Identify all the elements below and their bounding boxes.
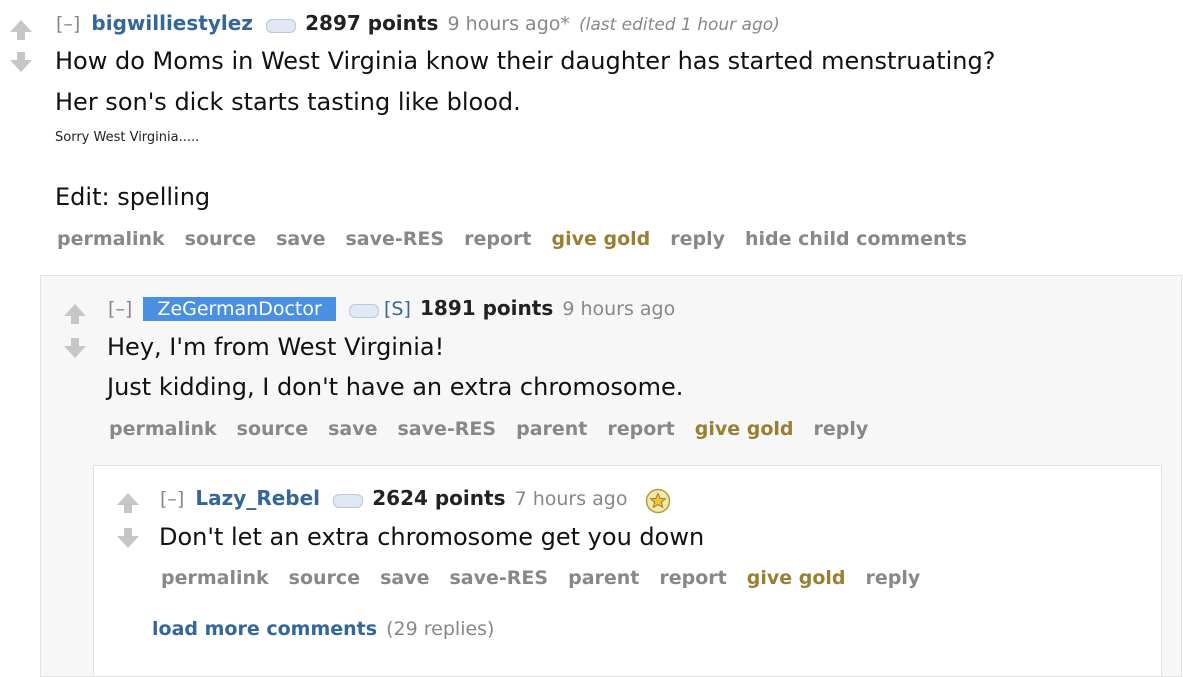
- comment-body-line: Don't let an extra chromosome get you do…: [159, 523, 705, 551]
- downvote-arrow[interactable]: [115, 526, 141, 554]
- report-button[interactable]: report: [659, 567, 726, 589]
- save-button[interactable]: save: [328, 418, 377, 440]
- comment-buttons: permalink source save save-RES parent report g…: [161, 567, 940, 589]
- comment-tagline: [–] bigwilliestylez 2897 points 9 hours …: [56, 11, 780, 35]
- comment-body-line: Hey, I'm from West Virginia!: [107, 333, 445, 361]
- comment-edit-note: Edit: spelling: [55, 183, 211, 211]
- load-more-link[interactable]: load more comments: [152, 618, 377, 640]
- parent-button[interactable]: parent: [568, 567, 639, 589]
- upvote-icon: [64, 304, 86, 324]
- comment-author[interactable]: bigwilliestylez: [91, 11, 253, 35]
- give-gold-button[interactable]: give gold: [695, 418, 794, 440]
- user-tag-icon[interactable]: [333, 493, 364, 508]
- reply-button[interactable]: reply: [670, 228, 725, 250]
- comment-score: 2624 points: [372, 486, 506, 510]
- comment-author[interactable]: Lazy_Rebel: [195, 486, 320, 510]
- permalink-button[interactable]: permalink: [109, 418, 217, 440]
- edited-time: (last edited 1 hour ago): [578, 15, 780, 35]
- report-button[interactable]: report: [607, 418, 674, 440]
- downvote-icon: [10, 52, 32, 72]
- load-more-comments: load more comments (29 replies): [152, 618, 494, 640]
- upvote-arrow[interactable]: [8, 18, 34, 46]
- save-button[interactable]: save: [276, 228, 325, 250]
- comment-body-line: Just kidding, I don't have an extra chro…: [107, 373, 684, 401]
- downvote-arrow[interactable]: [8, 50, 34, 78]
- comment-body-line: Her son's dick starts tasting like blood…: [55, 88, 521, 116]
- downvote-arrow[interactable]: [62, 336, 88, 364]
- permalink-button[interactable]: permalink: [57, 228, 165, 250]
- downvote-icon: [64, 338, 86, 358]
- comment-tagline: [–] Lazy_Rebel 2624 points 7 hours ago: [160, 486, 671, 514]
- reply-button[interactable]: reply: [866, 567, 921, 589]
- user-tag-icon[interactable]: [348, 303, 379, 318]
- upvote-icon: [10, 20, 32, 40]
- source-button[interactable]: source: [237, 418, 308, 440]
- gold-award-icon: [645, 488, 670, 513]
- upvote-icon: [117, 493, 139, 513]
- comment-time: 7 hours ago: [514, 488, 628, 510]
- comment-buttons: permalink source save save-RES report give go…: [57, 228, 987, 250]
- give-gold-button[interactable]: give gold: [551, 228, 650, 250]
- comment-tagline: [–] ZeGermanDoctor [S] 1891 points 9 hou…: [108, 296, 676, 321]
- upvote-arrow[interactable]: [62, 302, 88, 330]
- hide-child-comments-button[interactable]: hide child comments: [745, 228, 967, 250]
- comment-time: 9 hours ago*: [447, 13, 570, 35]
- comment-small-text: Sorry West Virginia.....: [55, 130, 200, 145]
- save-button[interactable]: save: [380, 567, 429, 589]
- reply-button[interactable]: reply: [814, 418, 869, 440]
- user-tag-icon[interactable]: [266, 18, 297, 33]
- comment-score: 1891 points: [419, 296, 554, 320]
- save-res-button[interactable]: save-RES: [346, 228, 445, 250]
- downvote-icon: [117, 528, 139, 548]
- save-res-button[interactable]: save-RES: [398, 418, 497, 440]
- parent-button[interactable]: parent: [516, 418, 587, 440]
- submitter-tag[interactable]: [S]: [384, 298, 411, 320]
- source-button[interactable]: source: [289, 567, 360, 589]
- comment-author-op[interactable]: ZeGermanDoctor: [143, 297, 336, 321]
- comment-score: 2897 points: [305, 11, 439, 35]
- comment-buttons: permalink source save save-RES parent report g…: [109, 418, 888, 440]
- load-more-count: (29 replies): [386, 618, 495, 640]
- collapse-toggle[interactable]: [–]: [160, 488, 184, 510]
- give-gold-button[interactable]: give gold: [747, 567, 846, 589]
- permalink-button[interactable]: permalink: [161, 567, 269, 589]
- upvote-arrow[interactable]: [115, 491, 141, 519]
- comment-body-line: How do Moms in West Virginia know their …: [55, 47, 996, 75]
- save-res-button[interactable]: save-RES: [450, 567, 549, 589]
- collapse-toggle[interactable]: [–]: [56, 13, 80, 35]
- report-button[interactable]: report: [464, 228, 531, 250]
- comment-time: 9 hours ago: [562, 298, 676, 320]
- collapse-toggle[interactable]: [–]: [108, 298, 132, 320]
- source-button[interactable]: source: [185, 228, 256, 250]
